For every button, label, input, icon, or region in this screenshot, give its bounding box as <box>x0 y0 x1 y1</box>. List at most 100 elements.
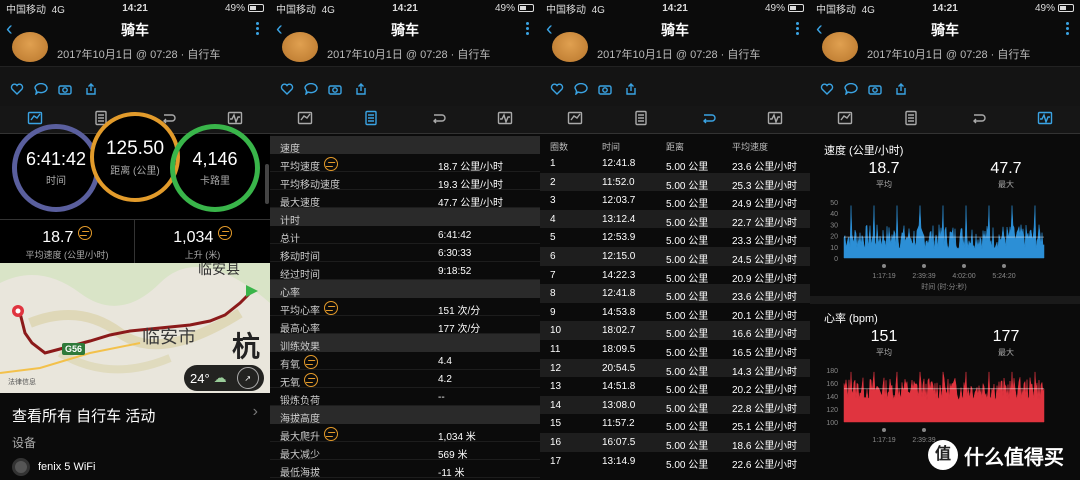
table-row[interactable]: 13 14:51.8 5.00 公里 20.2 公里/小时 <box>540 377 810 396</box>
share-icon[interactable] <box>354 83 368 95</box>
table-cell: 7 <box>550 269 556 281</box>
detail-value: 4.4 <box>438 356 452 367</box>
tab-details-icon[interactable] <box>363 110 379 126</box>
battery-icon <box>1058 4 1074 12</box>
table-row[interactable]: 2 11:52.0 5.00 公里 25.3 公里/小时 <box>540 172 810 192</box>
map-city-label: 临安市 <box>142 327 196 347</box>
camera-icon[interactable] <box>598 83 612 95</box>
back-chevron-icon[interactable]: ‹ <box>546 18 553 41</box>
x-tick-marker <box>882 264 886 268</box>
hr-chart-title: 心率 (bpm) <box>824 313 878 325</box>
training-effect-icon[interactable] <box>324 300 338 315</box>
tab-summary-icon[interactable] <box>837 110 853 126</box>
detail-row: 最大速度 47.7 公里/小时 <box>270 190 540 209</box>
all-activities-link[interactable]: 查看所有 自行车 活动 › <box>0 395 270 435</box>
comment-icon[interactable] <box>574 83 588 95</box>
weather-widget[interactable]: 24° ☁ ↗ <box>184 365 264 391</box>
table-cell: 5.00 公里 <box>666 422 709 434</box>
like-icon[interactable] <box>550 83 564 95</box>
table-row[interactable]: 14 13:08.0 5.00 公里 22.8 公里/小时 <box>540 395 810 415</box>
table-row[interactable]: 7 14:22.3 5.00 公里 20.9 公里/小时 <box>540 266 810 285</box>
table-row[interactable]: 8 12:41.8 5.00 公里 23.6 公里/小时 <box>540 284 810 303</box>
comment-icon[interactable] <box>34 83 48 95</box>
avatar[interactable] <box>12 32 48 62</box>
detail-row: 移动时间 6:30:33 <box>270 244 540 263</box>
back-chevron-icon[interactable]: ‹ <box>6 18 13 41</box>
more-options-icon[interactable] <box>796 20 800 37</box>
table-row[interactable]: 17 13:14.9 5.00 公里 22.6 公里/小时 <box>540 452 810 471</box>
table-row[interactable]: 5 12:53.9 5.00 公里 23.3 公里/小时 <box>540 228 810 247</box>
avatar[interactable] <box>282 32 318 62</box>
detail-row: 无氧 4.2 <box>270 370 540 389</box>
back-chevron-icon[interactable]: ‹ <box>816 18 823 41</box>
back-chevron-icon[interactable]: ‹ <box>276 18 283 41</box>
tab-charts-icon[interactable] <box>497 110 513 126</box>
like-icon[interactable] <box>10 83 24 95</box>
like-icon[interactable] <box>280 83 294 95</box>
avatar[interactable] <box>552 32 588 62</box>
share-icon[interactable] <box>624 83 638 95</box>
camera-icon[interactable] <box>58 83 72 95</box>
watermark-text: 什么值得买 <box>964 446 1064 469</box>
table-cell: 23.6 公里/小时 <box>732 162 798 173</box>
training-effect-icon[interactable] <box>304 372 318 387</box>
table-row[interactable]: 15 11:57.2 5.00 公里 25.1 公里/小时 <box>540 414 810 433</box>
avatar[interactable] <box>822 32 858 62</box>
training-effect-icon[interactable] <box>324 156 338 171</box>
table-cell: 12 <box>550 362 562 374</box>
detail-label-text: 最高心率 <box>280 324 320 335</box>
tab-charts-icon[interactable] <box>227 110 243 126</box>
table-cell: 13 <box>550 381 562 393</box>
share-icon[interactable] <box>84 83 98 95</box>
table-row[interactable]: 12 20:54.5 5.00 公里 14.3 公里/小时 <box>540 358 810 378</box>
table-row[interactable]: 4 13:12.4 5.00 公里 22.7 公里/小时 <box>540 209 810 229</box>
detail-row: 经过时间 9:18:52 <box>270 262 540 281</box>
comment-icon[interactable] <box>304 83 318 95</box>
table-row[interactable]: 3 12:03.7 5.00 公里 24.9 公里/小时 <box>540 191 810 210</box>
secondary-stats: 18.7 平均速度 (公里/小时) 1,034 上升 (米) <box>0 219 270 264</box>
camera-icon[interactable] <box>328 83 342 95</box>
table-row[interactable]: 16 16:07.5 5.00 公里 18.6 公里/小时 <box>540 432 810 452</box>
training-effect-icon[interactable] <box>324 426 338 441</box>
route-map[interactable]: 临安市 杭 临安县 G56 法律信息 24° ☁ ↗ <box>0 263 270 393</box>
share-icon[interactable] <box>894 83 908 95</box>
laps-table: 1 12:41.8 5.00 公里 23.6 公里/小时 2 11:52.0 5.00 公里… <box>540 154 810 471</box>
table-row[interactable]: 1 12:41.8 5.00 公里 23.6 公里/小时 <box>540 154 810 173</box>
table-cell: 5.00 公里 <box>666 329 709 341</box>
calories-value: 4,146 <box>192 149 238 169</box>
comment-icon[interactable] <box>844 83 858 95</box>
more-options-icon[interactable] <box>1066 20 1070 37</box>
legal-link[interactable]: 法律信息 <box>8 377 36 387</box>
table-row[interactable]: 6 12:15.0 5.00 公里 24.5 公里/小时 <box>540 246 810 266</box>
detail-value: -- <box>438 392 445 403</box>
clock: 14:21 <box>122 2 148 14</box>
device-row[interactable]: fenix 5 WiFi <box>12 458 95 476</box>
tab-charts-icon[interactable] <box>1037 110 1053 126</box>
table-cell: 23.6 公里/小时 <box>732 292 798 304</box>
tab-summary-icon[interactable] <box>567 110 583 126</box>
tab-details-icon[interactable] <box>903 110 919 126</box>
tab-summary-icon[interactable] <box>27 110 43 126</box>
speed-chart[interactable]: 50 40 30 20 10 0 1:17:19 2:39:39 4:02:00 5:24:20 时… <box>810 196 1080 296</box>
laps-table-header: 圈数 时间 距离 平均速度 <box>540 136 810 154</box>
scrollbar[interactable] <box>265 164 269 204</box>
more-options-icon[interactable] <box>256 20 260 37</box>
tab-laps-icon[interactable] <box>970 110 986 126</box>
tab-charts-icon[interactable] <box>767 110 783 126</box>
more-options-icon[interactable] <box>526 20 530 37</box>
page-title: 骑车 <box>931 22 959 38</box>
table-row[interactable]: 10 18:02.7 5.00 公里 16.6 公里/小时 <box>540 321 810 340</box>
tab-laps-icon[interactable] <box>430 110 446 126</box>
like-icon[interactable] <box>820 83 834 95</box>
training-effect-icon[interactable] <box>304 354 318 369</box>
table-cell: 12:41.8 <box>602 288 636 300</box>
tab-details-icon[interactable] <box>633 110 649 126</box>
page-title: 骑车 <box>391 22 419 38</box>
ascent-value: 1,034 <box>173 229 214 246</box>
table-row[interactable]: 11 18:09.5 5.00 公里 16.5 公里/小时 <box>540 340 810 359</box>
table-row[interactable]: 9 14:53.8 5.00 公里 20.1 公里/小时 <box>540 303 810 322</box>
camera-icon[interactable] <box>868 83 882 95</box>
tab-summary-icon[interactable] <box>297 110 313 126</box>
table-cell: 5.00 公里 <box>666 459 709 471</box>
tab-laps-icon[interactable] <box>700 110 716 126</box>
